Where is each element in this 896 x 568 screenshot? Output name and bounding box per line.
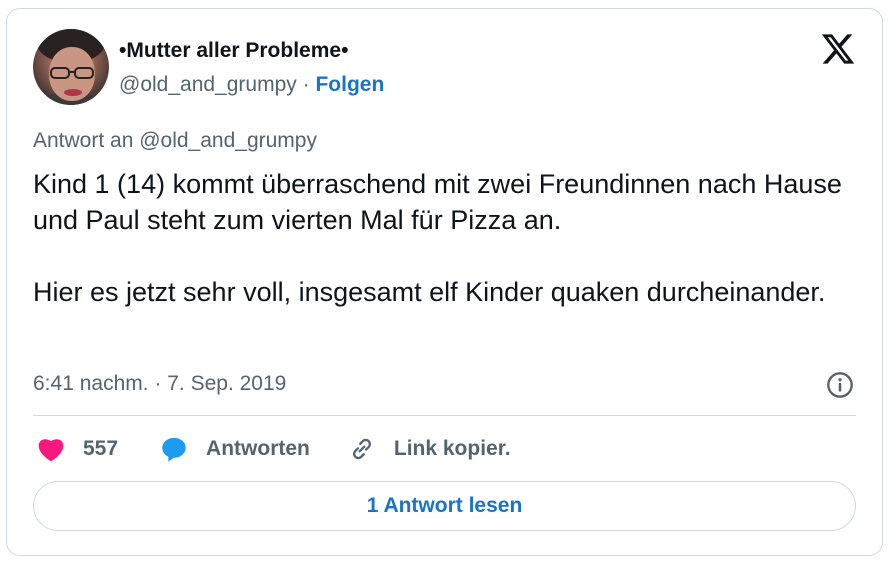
author-handle[interactable]: @old_and_grumpy xyxy=(119,73,297,96)
divider xyxy=(33,415,856,416)
like-button[interactable]: 557 xyxy=(37,436,118,462)
info-icon[interactable] xyxy=(826,371,854,399)
copy-link-button[interactable]: Link kopier. xyxy=(348,435,511,463)
reply-button[interactable]: Antworten xyxy=(160,435,310,463)
reply-label: Antworten xyxy=(206,437,310,460)
avatar[interactable] xyxy=(33,29,109,105)
link-icon xyxy=(352,438,371,460)
reply-to-label: Antwort an @old_and_grumpy xyxy=(33,129,317,152)
heart-icon xyxy=(38,439,64,462)
action-bar: 557 Antworten Link kopier. xyxy=(33,431,511,467)
author-handle-row: @old_and_grumpy · Folgen xyxy=(119,73,384,97)
copy-link-label: Link kopier. xyxy=(393,437,511,460)
tweet-timestamp[interactable]: 6:41 nachm. · 7. Sep. 2019 xyxy=(33,372,286,396)
read-replies-button[interactable]: 1 Antwort lesen xyxy=(33,481,856,531)
x-logo-icon[interactable] xyxy=(820,31,856,67)
tweet-text: Kind 1 (14) kommt überraschend mit zwei … xyxy=(33,166,853,310)
separator-dot: · xyxy=(302,73,310,96)
author-display-name[interactable]: •Mutter aller Probleme• xyxy=(119,39,348,63)
like-count: 557 xyxy=(83,437,119,460)
tweet-paragraph: Kind 1 (14) kommt überraschend mit zwei … xyxy=(33,169,842,235)
tweet-paragraph: Hier es jetzt sehr voll, insgesamt elf K… xyxy=(33,277,826,307)
follow-link[interactable]: Folgen xyxy=(315,73,384,96)
tweet-card: •Mutter aller Probleme• @old_and_grumpy … xyxy=(6,8,883,556)
chat-bubble-icon xyxy=(162,437,186,462)
